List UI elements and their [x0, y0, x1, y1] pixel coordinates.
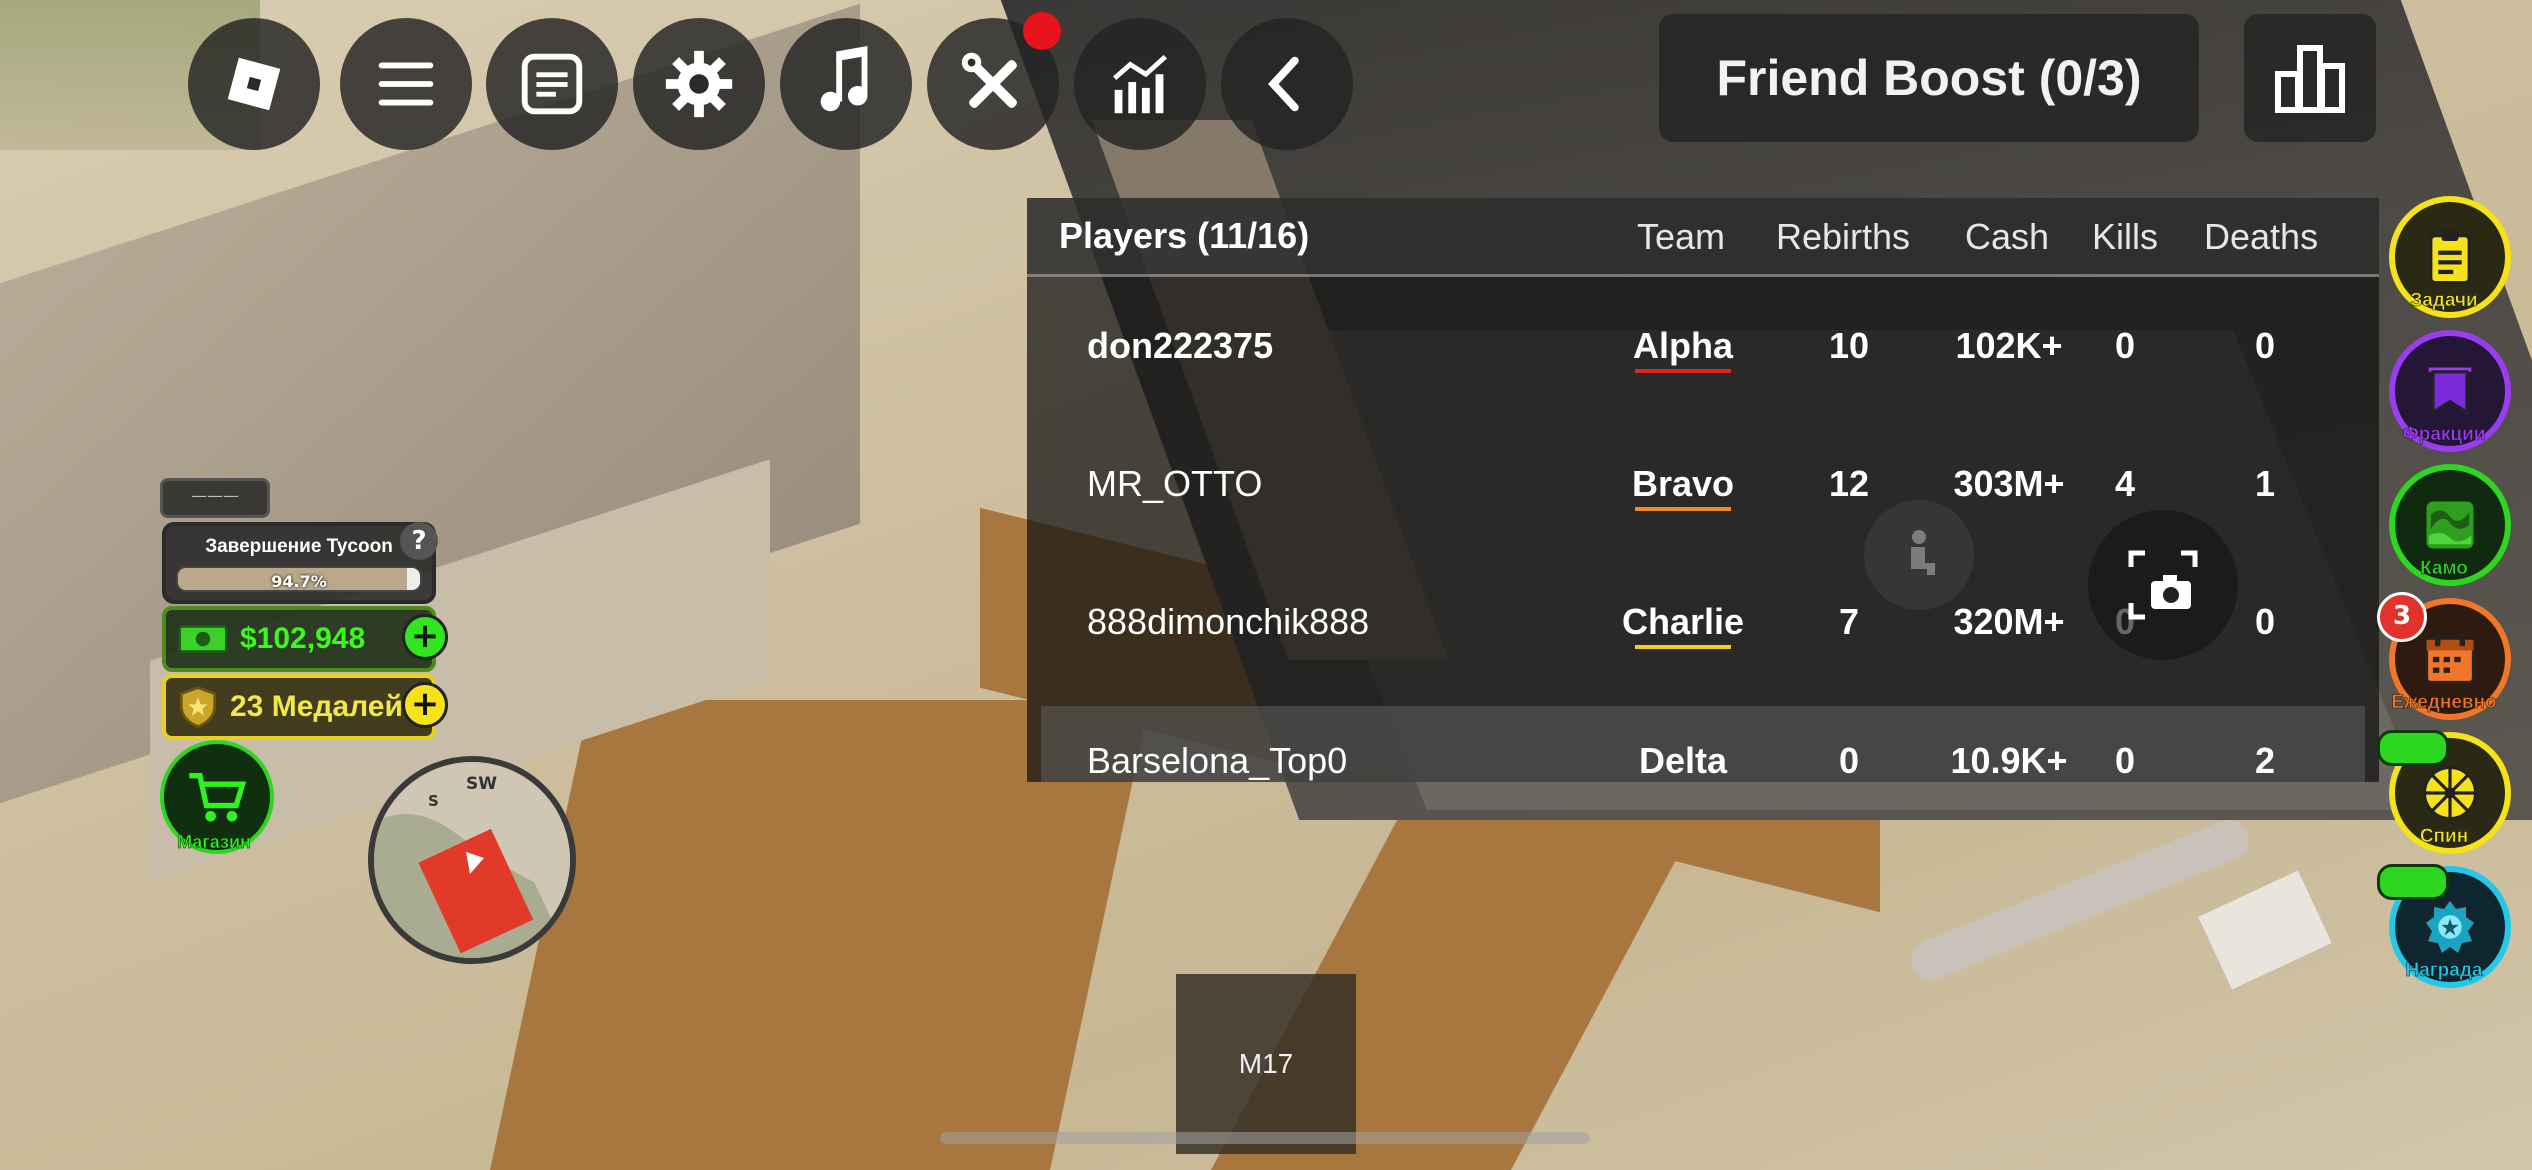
column-team: Team [1637, 216, 1726, 257]
spin-label: Спин [2419, 826, 2469, 848]
player-rebirths: 12 [1828, 463, 1870, 504]
calendar-icon [2424, 633, 2476, 685]
medals-display: 23 Медалей [162, 674, 436, 740]
column-kills: Kills [2092, 216, 2159, 257]
roblox-logo-icon [227, 57, 281, 111]
collapse-button[interactable] [1221, 18, 1353, 150]
player-name: 888dimonchik888 [1087, 601, 1370, 642]
tycoon-label: Завершение Tycoon [205, 536, 393, 557]
medal-badge-icon [179, 686, 217, 728]
player-name: MR_OTTO [1087, 463, 1263, 504]
minimap[interactable]: S SW [368, 756, 576, 964]
gear-icon [665, 50, 733, 118]
hud-tab-label: ——— [191, 486, 239, 505]
wrench-screwdriver-icon [961, 52, 1017, 108]
player-name: don222375 [1087, 325, 1274, 366]
daily-label: Ежедневно [2391, 692, 2497, 714]
hud-collapse-tab[interactable]: ——— [160, 478, 270, 518]
player-list[interactable]: Players (11/16) Team Rebirths Cash Kills… [1027, 198, 2379, 782]
shopping-cart-icon [189, 773, 247, 822]
player-deaths: 0 [2254, 325, 2276, 366]
settings-button[interactable] [633, 18, 765, 150]
tycoon-progress-text: 94.7% [271, 572, 327, 591]
player-deaths: 2 [2254, 740, 2276, 781]
player-rebirths: 10 [1828, 325, 1870, 366]
bar-chart-icon [1113, 54, 1167, 114]
player-rebirths: 0 [1838, 740, 1860, 781]
friend-boost-label: Friend Boost (0/3) [1716, 50, 2142, 106]
add-medals-button[interactable]: + [402, 682, 448, 728]
player-list-title: Players (11/16) [1059, 215, 1310, 256]
cash-amount: $102,948 [240, 622, 366, 655]
player-team: Delta [1583, 740, 1783, 782]
tasks-label: Задачи [2410, 290, 2478, 312]
team-name: Alpha [1632, 325, 1733, 366]
screenshot-camera-icon [2128, 550, 2198, 620]
player-row-local[interactable]: Barselona_Top0 Delta 0 10.9K+ 0 2 [1041, 706, 2365, 782]
team-name: Delta [1638, 740, 1728, 781]
player-row[interactable]: don222375 Alpha 10 102K+ 0 0 [1027, 277, 2379, 415]
wheel-icon [2422, 765, 2478, 821]
player-kills: 4 [2114, 463, 2136, 504]
compass-s: S [428, 792, 439, 810]
banner-icon [2428, 367, 2472, 416]
menu-button[interactable] [340, 18, 472, 150]
help-icon: ? [411, 526, 427, 556]
leaderboard-toggle-button[interactable] [2244, 14, 2376, 142]
column-cash: Cash [1965, 216, 2050, 257]
spin-ready-indicator [2377, 730, 2449, 766]
team-underline [1635, 645, 1731, 649]
notification-dot [1023, 12, 1061, 50]
clipboard-icon [2429, 230, 2471, 285]
stats-button[interactable] [1074, 18, 1206, 150]
tools-button[interactable] [927, 12, 1061, 150]
daily-notification-badge: 3 [2377, 592, 2427, 642]
player-team: Alpha [1583, 325, 1783, 373]
home-indicator-bar[interactable] [940, 1132, 1590, 1144]
player-deaths: 1 [2254, 463, 2276, 504]
player-name: Barselona_Top0 [1087, 740, 1348, 781]
chat-button[interactable] [486, 18, 618, 150]
hotbar-item-label: M17 [1238, 1048, 1294, 1079]
friend-boost-button[interactable]: Friend Boost (0/3) [1659, 14, 2199, 142]
sit-button[interactable] [1864, 500, 1974, 610]
reward-ready-indicator [2377, 864, 2449, 900]
player-team: Bravo [1583, 463, 1783, 511]
reward-label: Награда [2405, 960, 2483, 982]
roblox-menu-button[interactable] [188, 18, 320, 150]
music-note-icon [820, 46, 868, 112]
tycoon-help-button[interactable]: ? [400, 522, 438, 560]
column-rebirths: Rebirths [1776, 216, 1911, 257]
hamburger-icon [378, 62, 434, 106]
cash-display: $102,948 [162, 606, 436, 672]
camo-icon [2426, 501, 2474, 549]
cash-icon [178, 625, 228, 653]
player-kills: 0 [2114, 740, 2136, 781]
chat-icon [521, 53, 583, 115]
leaderboard-icon [2275, 45, 2345, 113]
team-underline [1635, 507, 1731, 511]
player-rebirths: 7 [1838, 601, 1860, 642]
add-cash-button[interactable]: + [402, 614, 448, 660]
compass-sw: SW [466, 774, 497, 794]
team-name: Bravo [1631, 463, 1735, 504]
chevron-left-icon [1268, 56, 1299, 112]
award-icon [2422, 897, 2478, 957]
player-kills: 0 [2114, 325, 2136, 366]
shop-label: Магазин [177, 832, 251, 853]
screenshot-button[interactable] [2088, 510, 2238, 660]
camo-label: Камо [2420, 558, 2468, 580]
tycoon-progress-panel: Завершение Tycoon 94.7% [162, 522, 436, 604]
team-name: Charlie [1621, 601, 1745, 642]
column-deaths: Deaths [2204, 216, 2319, 257]
music-button[interactable] [780, 18, 912, 150]
medals-amount: 23 Медалей [230, 690, 403, 723]
player-team: Charlie [1583, 601, 1783, 649]
player-list-header: Players (11/16) Team Rebirths Cash Kills… [1027, 198, 2379, 277]
sit-pose-icon [1911, 530, 1935, 575]
team-underline [1635, 369, 1731, 373]
factions-label: Фракции [2402, 424, 2486, 446]
hotbar-slot[interactable]: M17 [1176, 974, 1356, 1154]
